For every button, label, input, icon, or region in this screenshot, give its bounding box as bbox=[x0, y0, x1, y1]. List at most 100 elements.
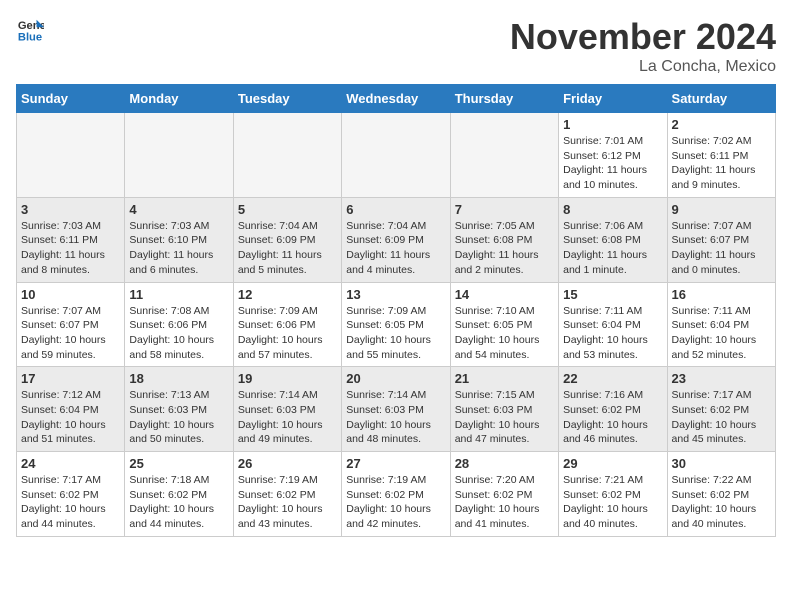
calendar-day-cell: 20Sunrise: 7:14 AM Sunset: 6:03 PM Dayli… bbox=[342, 367, 450, 452]
day-number: 3 bbox=[21, 202, 120, 217]
day-number: 6 bbox=[346, 202, 445, 217]
logo: General Blue bbox=[16, 16, 44, 44]
calendar-day-cell: 10 Sunrise: 7:07 AM Sunset: 6:07 PM Dayli… bbox=[17, 282, 125, 367]
weekday-header: Tuesday bbox=[233, 85, 341, 113]
calendar-day-cell: 14 Sunrise: 7:10 AM Sunset: 6:05 PM Dayli… bbox=[450, 282, 558, 367]
day-info: Sunrise: 7:09 AM Sunset: 6:05 PM Dayligh… bbox=[346, 304, 445, 363]
calendar-day-cell bbox=[233, 113, 341, 198]
day-number: 15 bbox=[563, 287, 662, 302]
day-info: Sunrise: 7:02 AM Sunset: 6:11 PM Dayligh… bbox=[672, 134, 771, 193]
day-info: Sunrise: 7:14 AM Sunset: 6:03 PM Dayligh… bbox=[238, 388, 337, 447]
day-info: Sunrise: 7:11 AM Sunset: 6:04 PM Dayligh… bbox=[672, 304, 771, 363]
day-number: 17 bbox=[21, 371, 120, 386]
calendar-day-cell: 22 Sunrise: 7:16 AM Sunset: 6:02 PM Dayli… bbox=[559, 367, 667, 452]
day-info: Sunrise: 7:09 AM Sunset: 6:06 PM Dayligh… bbox=[238, 304, 337, 363]
day-info: Sunrise: 7:18 AM Sunset: 6:02 PM Dayligh… bbox=[129, 473, 228, 532]
calendar-week-row: 17 Sunrise: 7:12 AM Sunset: 6:04 PM Dayli… bbox=[17, 367, 776, 452]
day-number: 8 bbox=[563, 202, 662, 217]
day-info: Sunrise: 7:19 AM Sunset: 6:02 PM Dayligh… bbox=[238, 473, 337, 532]
day-number: 11 bbox=[129, 287, 228, 302]
day-info: Sunrise: 7:04 AM Sunset: 6:09 PM Dayligh… bbox=[346, 219, 445, 278]
calendar-header-row: SundayMondayTuesdayWednesdayThursdayFrid… bbox=[17, 85, 776, 113]
calendar-day-cell: 19 Sunrise: 7:14 AM Sunset: 6:03 PM Dayli… bbox=[233, 367, 341, 452]
day-info: Sunrise: 7:07 AM Sunset: 6:07 PM Dayligh… bbox=[21, 304, 120, 363]
day-number: 14 bbox=[455, 287, 554, 302]
day-info: Sunrise: 7:08 AM Sunset: 6:06 PM Dayligh… bbox=[129, 304, 228, 363]
calendar-day-cell: 30Sunrise: 7:22 AM Sunset: 6:02 PM Dayli… bbox=[667, 452, 775, 537]
calendar-day-cell: 24 Sunrise: 7:17 AM Sunset: 6:02 PM Dayli… bbox=[17, 452, 125, 537]
day-info: Sunrise: 7:05 AM Sunset: 6:08 PM Dayligh… bbox=[455, 219, 554, 278]
calendar-day-cell: 5 Sunrise: 7:04 AM Sunset: 6:09 PM Daylig… bbox=[233, 197, 341, 282]
calendar-week-row: 24 Sunrise: 7:17 AM Sunset: 6:02 PM Dayli… bbox=[17, 452, 776, 537]
day-number: 1 bbox=[563, 117, 662, 132]
calendar-day-cell: 16 Sunrise: 7:11 AM Sunset: 6:04 PM Dayli… bbox=[667, 282, 775, 367]
calendar-day-cell: 11 Sunrise: 7:08 AM Sunset: 6:06 PM Dayli… bbox=[125, 282, 233, 367]
day-number: 27 bbox=[346, 456, 445, 471]
day-number: 5 bbox=[238, 202, 337, 217]
day-number: 28 bbox=[455, 456, 554, 471]
calendar-day-cell bbox=[125, 113, 233, 198]
calendar-day-cell: 28 Sunrise: 7:20 AM Sunset: 6:02 PM Dayli… bbox=[450, 452, 558, 537]
day-number: 22 bbox=[563, 371, 662, 386]
day-info: Sunrise: 7:17 AM Sunset: 6:02 PM Dayligh… bbox=[21, 473, 120, 532]
day-number: 7 bbox=[455, 202, 554, 217]
day-info: Sunrise: 7:17 AM Sunset: 6:02 PM Dayligh… bbox=[672, 388, 771, 447]
title-area: November 2024 La Concha, Mexico bbox=[510, 16, 776, 76]
day-number: 23 bbox=[672, 371, 771, 386]
calendar-day-cell: 15Sunrise: 7:11 AM Sunset: 6:04 PM Dayli… bbox=[559, 282, 667, 367]
day-info: Sunrise: 7:16 AM Sunset: 6:02 PM Dayligh… bbox=[563, 388, 662, 447]
day-info: Sunrise: 7:07 AM Sunset: 6:07 PM Dayligh… bbox=[672, 219, 771, 278]
day-number: 12 bbox=[238, 287, 337, 302]
calendar-week-row: 3 Sunrise: 7:03 AM Sunset: 6:11 PM Daylig… bbox=[17, 197, 776, 282]
location: La Concha, Mexico bbox=[510, 58, 776, 76]
day-info: Sunrise: 7:03 AM Sunset: 6:10 PM Dayligh… bbox=[129, 219, 228, 278]
calendar-day-cell: 23 Sunrise: 7:17 AM Sunset: 6:02 PM Dayli… bbox=[667, 367, 775, 452]
calendar-day-cell: 13 Sunrise: 7:09 AM Sunset: 6:05 PM Dayli… bbox=[342, 282, 450, 367]
month-title: November 2024 bbox=[510, 16, 776, 58]
weekday-header: Thursday bbox=[450, 85, 558, 113]
day-info: Sunrise: 7:20 AM Sunset: 6:02 PM Dayligh… bbox=[455, 473, 554, 532]
calendar-day-cell: 2Sunrise: 7:02 AM Sunset: 6:11 PM Daylig… bbox=[667, 113, 775, 198]
calendar-day-cell: 8 Sunrise: 7:06 AM Sunset: 6:08 PM Daylig… bbox=[559, 197, 667, 282]
calendar-day-cell: 6 Sunrise: 7:04 AM Sunset: 6:09 PM Daylig… bbox=[342, 197, 450, 282]
day-info: Sunrise: 7:10 AM Sunset: 6:05 PM Dayligh… bbox=[455, 304, 554, 363]
day-info: Sunrise: 7:12 AM Sunset: 6:04 PM Dayligh… bbox=[21, 388, 120, 447]
day-number: 10 bbox=[21, 287, 120, 302]
logo-icon: General Blue bbox=[16, 16, 44, 44]
calendar-day-cell: 26 Sunrise: 7:19 AM Sunset: 6:02 PM Dayli… bbox=[233, 452, 341, 537]
day-info: Sunrise: 7:03 AM Sunset: 6:11 PM Dayligh… bbox=[21, 219, 120, 278]
weekday-header: Monday bbox=[125, 85, 233, 113]
day-number: 19 bbox=[238, 371, 337, 386]
day-number: 21 bbox=[455, 371, 554, 386]
day-number: 20 bbox=[346, 371, 445, 386]
calendar-day-cell: 7 Sunrise: 7:05 AM Sunset: 6:08 PM Daylig… bbox=[450, 197, 558, 282]
page-header: General Blue November 2024 La Concha, Me… bbox=[16, 16, 776, 76]
day-number: 29 bbox=[563, 456, 662, 471]
calendar-day-cell: 21 Sunrise: 7:15 AM Sunset: 6:03 PM Dayli… bbox=[450, 367, 558, 452]
day-info: Sunrise: 7:06 AM Sunset: 6:08 PM Dayligh… bbox=[563, 219, 662, 278]
day-number: 16 bbox=[672, 287, 771, 302]
day-number: 24 bbox=[21, 456, 120, 471]
calendar-table: SundayMondayTuesdayWednesdayThursdayFrid… bbox=[16, 84, 776, 537]
weekday-header: Sunday bbox=[17, 85, 125, 113]
calendar-week-row: 1Sunrise: 7:01 AM Sunset: 6:12 PM Daylig… bbox=[17, 113, 776, 198]
day-number: 26 bbox=[238, 456, 337, 471]
day-info: Sunrise: 7:13 AM Sunset: 6:03 PM Dayligh… bbox=[129, 388, 228, 447]
svg-text:Blue: Blue bbox=[18, 31, 42, 43]
day-info: Sunrise: 7:19 AM Sunset: 6:02 PM Dayligh… bbox=[346, 473, 445, 532]
calendar-day-cell: 29 Sunrise: 7:21 AM Sunset: 6:02 PM Dayli… bbox=[559, 452, 667, 537]
calendar-day-cell: 12 Sunrise: 7:09 AM Sunset: 6:06 PM Dayli… bbox=[233, 282, 341, 367]
day-number: 25 bbox=[129, 456, 228, 471]
calendar-day-cell: 9 Sunrise: 7:07 AM Sunset: 6:07 PM Daylig… bbox=[667, 197, 775, 282]
weekday-header: Friday bbox=[559, 85, 667, 113]
day-number: 4 bbox=[129, 202, 228, 217]
day-number: 18 bbox=[129, 371, 228, 386]
calendar-day-cell: 17 Sunrise: 7:12 AM Sunset: 6:04 PM Dayli… bbox=[17, 367, 125, 452]
calendar-body: 1Sunrise: 7:01 AM Sunset: 6:12 PM Daylig… bbox=[17, 113, 776, 537]
day-number: 9 bbox=[672, 202, 771, 217]
day-info: Sunrise: 7:15 AM Sunset: 6:03 PM Dayligh… bbox=[455, 388, 554, 447]
day-number: 13 bbox=[346, 287, 445, 302]
calendar-day-cell: 3 Sunrise: 7:03 AM Sunset: 6:11 PM Daylig… bbox=[17, 197, 125, 282]
day-info: Sunrise: 7:04 AM Sunset: 6:09 PM Dayligh… bbox=[238, 219, 337, 278]
day-info: Sunrise: 7:21 AM Sunset: 6:02 PM Dayligh… bbox=[563, 473, 662, 532]
